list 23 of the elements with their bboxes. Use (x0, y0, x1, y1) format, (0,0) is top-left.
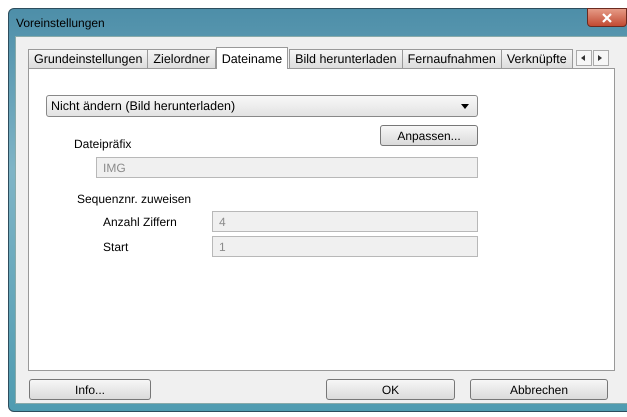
right-arrow-icon (598, 55, 604, 61)
tab[interactable]: Zielordner (147, 49, 216, 68)
cancel-button[interactable]: Abbrechen (470, 379, 608, 400)
tab[interactable]: Dateiname (216, 47, 288, 69)
customize-button[interactable]: Anpassen... (380, 125, 478, 146)
tab[interactable]: Fernaufnahmen (402, 49, 502, 68)
dropdown-caret-icon (461, 104, 469, 108)
scroll-right-button[interactable] (592, 50, 609, 66)
close-icon (601, 12, 613, 22)
info-button[interactable]: Info... (29, 379, 151, 400)
ok-button[interactable]: OK (326, 379, 455, 400)
field-label: Anzahl Ziffern (103, 214, 178, 228)
scroll-left-button[interactable] (576, 50, 592, 66)
sequence-label: Sequenznr. zuweisen (77, 192, 192, 206)
tab[interactable]: Grundeinstellungen (28, 49, 148, 68)
window-title: Voreinstellungen (16, 16, 105, 30)
prefix-label: Dateipräfix (74, 137, 132, 151)
filename-dropdown[interactable]: Nicht ändern (Bild herunterladen) (46, 95, 478, 117)
tab[interactable]: Verknüpfte (500, 49, 573, 68)
close-button[interactable] (587, 8, 627, 27)
tab[interactable]: Bild herunterladen (289, 49, 403, 68)
left-arrow-icon (581, 55, 586, 61)
field-label: Start (103, 240, 130, 254)
